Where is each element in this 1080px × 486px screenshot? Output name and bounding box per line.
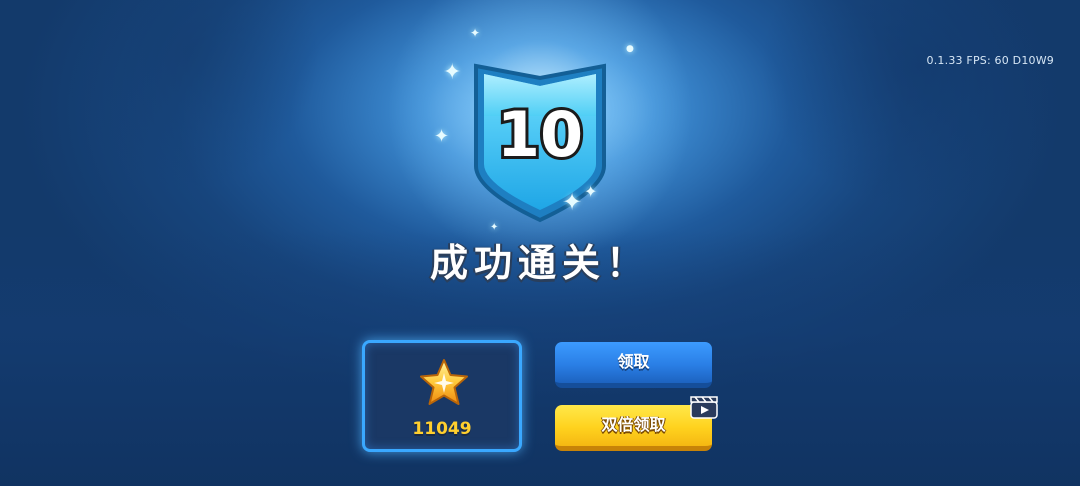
sparkle-icon: ✦	[470, 26, 481, 40]
background-tree-right	[760, 0, 1080, 210]
sparkle-icon: ✦	[434, 126, 450, 147]
reward-amount: 11049	[412, 419, 472, 439]
star-icon	[420, 359, 468, 405]
background-tree-left	[60, 0, 320, 190]
video-clapper-icon	[690, 396, 718, 419]
debug-info: 0.1.33 FPS: 60 D10W9	[926, 54, 1054, 67]
sparkle-icon: ✦	[443, 60, 462, 85]
claim-button[interactable]: 领取	[555, 342, 712, 388]
level-number: 10	[497, 98, 583, 171]
reward-card: 11049	[362, 340, 522, 452]
stage-clear-title: 成功通关！	[429, 241, 650, 285]
sparkle-icon: ●	[626, 44, 634, 54]
sparkle-icon: ✦	[562, 188, 583, 216]
sparkle-icon: ✦	[584, 182, 598, 201]
